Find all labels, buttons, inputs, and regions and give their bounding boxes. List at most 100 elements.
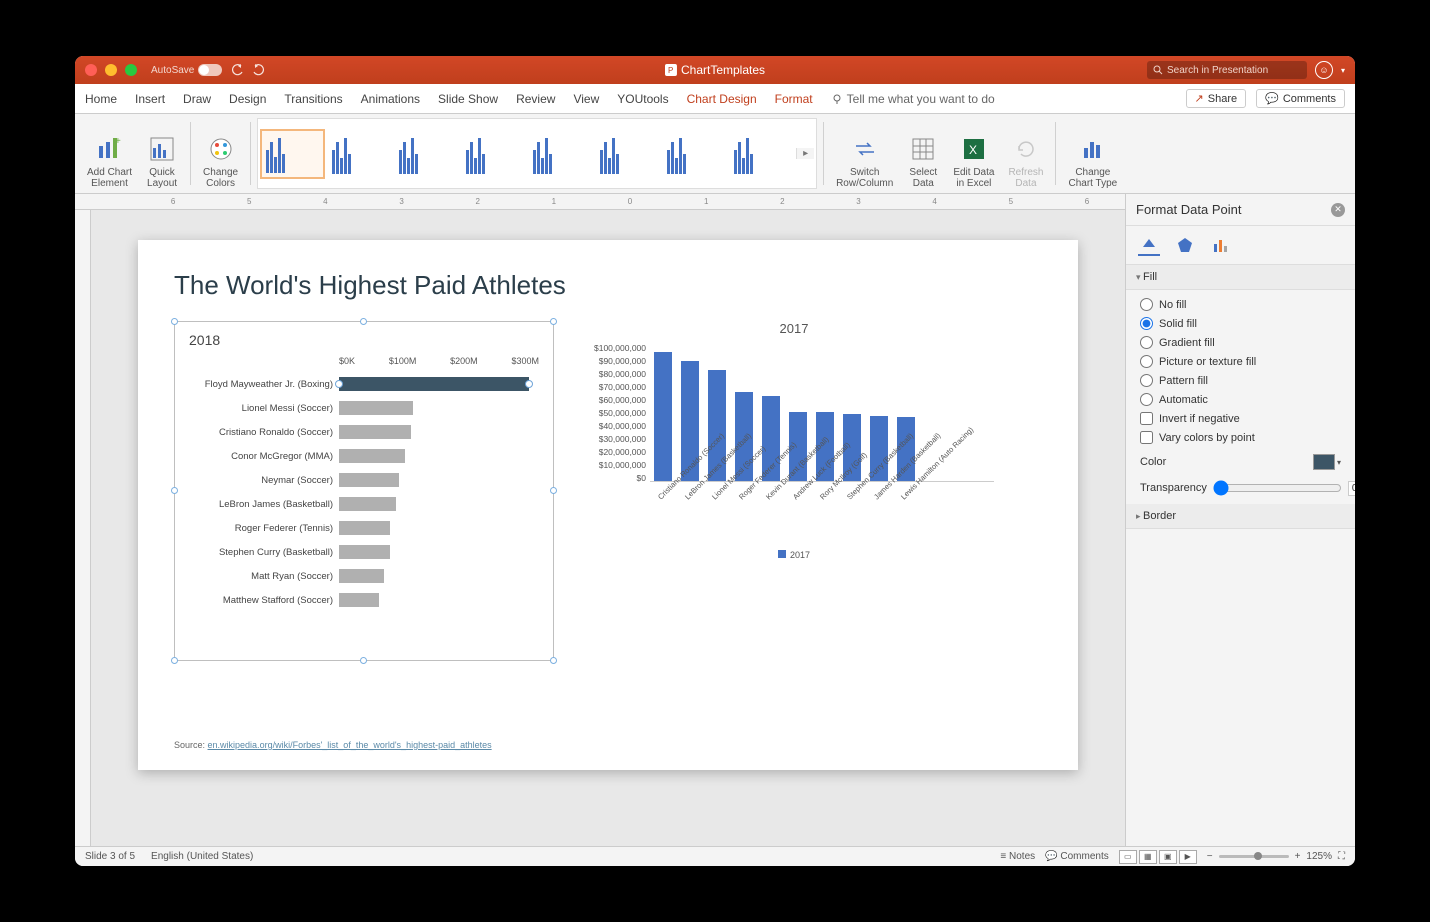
tab-design[interactable]: Design: [229, 86, 266, 112]
selection-handle[interactable]: [360, 657, 367, 664]
automatic-radio[interactable]: Automatic: [1140, 393, 1341, 406]
tab-transitions[interactable]: Transitions: [284, 86, 342, 112]
close-icon[interactable]: [85, 64, 97, 76]
vary-colors-checkbox[interactable]: Vary colors by point: [1140, 431, 1341, 444]
normal-view-icon[interactable]: ▭: [1119, 850, 1137, 864]
invert-negative-checkbox[interactable]: Invert if negative: [1140, 412, 1341, 425]
tab-view[interactable]: View: [573, 86, 599, 112]
style-thumb-4[interactable]: [461, 129, 526, 179]
gradient-fill-radio[interactable]: Gradient fill: [1140, 336, 1341, 349]
undo-icon[interactable]: [232, 64, 244, 76]
edit-data-excel-button[interactable]: X Edit Data in Excel: [947, 118, 1000, 189]
tell-me[interactable]: Tell me what you want to do: [831, 92, 995, 106]
change-chart-type-button[interactable]: Change Chart Type: [1062, 118, 1123, 189]
add-chart-element-button[interactable]: + Add Chart Element: [81, 118, 138, 189]
chart-bar[interactable]: Floyd Mayweather Jr. (Boxing): [189, 372, 539, 396]
zoom-in-button[interactable]: +: [1295, 851, 1301, 862]
style-thumb-1[interactable]: [260, 129, 325, 179]
slide-counter[interactable]: Slide 3 of 5: [85, 851, 135, 862]
zoom-slider[interactable]: [1219, 855, 1289, 858]
minimize-icon[interactable]: [105, 64, 117, 76]
selection-handle[interactable]: [360, 318, 367, 325]
chart-bar[interactable]: [654, 352, 672, 481]
selection-handle[interactable]: [171, 487, 178, 494]
zoom-out-button[interactable]: −: [1207, 851, 1213, 862]
chart-style-gallery[interactable]: ▸: [257, 118, 817, 189]
style-thumb-5[interactable]: [528, 129, 593, 179]
search-input[interactable]: Search in Presentation: [1147, 61, 1307, 79]
chart-bar[interactable]: Cristiano Ronaldo (Soccer): [189, 420, 539, 444]
switch-off-icon[interactable]: [198, 64, 222, 76]
selection-handle[interactable]: [550, 487, 557, 494]
maximize-icon[interactable]: [125, 64, 137, 76]
source-link[interactable]: en.wikipedia.org/wiki/Forbes'_list_of_th…: [208, 740, 492, 750]
tab-animations[interactable]: Animations: [361, 86, 420, 112]
color-picker-button[interactable]: [1313, 454, 1335, 470]
style-thumb-8[interactable]: [729, 129, 794, 179]
sorter-view-icon[interactable]: ▦: [1139, 850, 1157, 864]
fill-section-header[interactable]: Fill: [1126, 265, 1355, 290]
selection-handle[interactable]: [550, 318, 557, 325]
gallery-more-icon[interactable]: ▸: [796, 148, 814, 159]
svg-text:+: +: [115, 136, 121, 147]
slideshow-view-icon[interactable]: ▶: [1179, 850, 1197, 864]
transparency-value[interactable]: 0%: [1348, 481, 1355, 496]
feedback-icon[interactable]: ☺: [1315, 61, 1333, 79]
language-indicator[interactable]: English (United States): [151, 851, 253, 862]
share-button[interactable]: ↗Share: [1186, 89, 1247, 108]
ruler-vertical: [75, 210, 91, 846]
style-thumb-6[interactable]: [595, 129, 660, 179]
chevron-down-icon[interactable]: ▾: [1341, 66, 1345, 75]
reading-view-icon[interactable]: ▣: [1159, 850, 1177, 864]
ruler-horizontal: 6543210123456: [75, 194, 1125, 210]
comments-button[interactable]: 💬 Comments: [1045, 851, 1109, 862]
tab-review[interactable]: Review: [516, 86, 555, 112]
zoom-level[interactable]: 125%: [1306, 851, 1332, 862]
chevron-down-icon[interactable]: ▾: [1337, 458, 1341, 467]
comments-button[interactable]: 💬Comments: [1256, 89, 1345, 108]
chart-bar[interactable]: Neymar (Soccer): [189, 468, 539, 492]
solid-fill-radio[interactable]: Solid fill: [1140, 317, 1341, 330]
fill-line-tab-icon[interactable]: [1138, 234, 1160, 256]
tab-youtools[interactable]: YOUtools: [617, 86, 668, 112]
selection-handle[interactable]: [550, 657, 557, 664]
pattern-fill-radio[interactable]: Pattern fill: [1140, 374, 1341, 387]
refresh-data-button[interactable]: Refresh Data: [1002, 118, 1049, 189]
switch-row-column-button[interactable]: Switch Row/Column: [830, 118, 899, 189]
notes-button[interactable]: ≡ Notes: [1000, 851, 1035, 862]
chart-bar[interactable]: Roger Federer (Tennis): [189, 516, 539, 540]
style-thumb-2[interactable]: [327, 129, 392, 179]
redo-icon[interactable]: [252, 64, 264, 76]
tab-draw[interactable]: Draw: [183, 86, 211, 112]
style-thumb-3[interactable]: [394, 129, 459, 179]
change-colors-button[interactable]: Change Colors: [197, 118, 244, 189]
chart-bar[interactable]: Conor McGregor (MMA): [189, 444, 539, 468]
border-section-header[interactable]: Border: [1126, 504, 1355, 529]
style-thumb-7[interactable]: [662, 129, 727, 179]
chart-bar[interactable]: Stephen Curry (Basketball): [189, 540, 539, 564]
chart-bar[interactable]: Matt Ryan (Soccer): [189, 564, 539, 588]
select-data-button[interactable]: Select Data: [901, 118, 945, 189]
effects-tab-icon[interactable]: [1174, 234, 1196, 256]
chart-bar[interactable]: Matthew Stafford (Soccer): [189, 588, 539, 612]
close-pane-icon[interactable]: ✕: [1331, 203, 1345, 217]
autosave-toggle[interactable]: AutoSave: [151, 64, 222, 76]
chart-object-2017[interactable]: 2017 $100,000,000$90,000,000$80,000,000$…: [594, 321, 994, 661]
transparency-slider[interactable]: [1213, 480, 1342, 496]
tab-home[interactable]: Home: [85, 86, 117, 112]
chart-object-2018[interactable]: 2018 $0K $100M $200M $300M Floyd Mayweat…: [174, 321, 554, 661]
selection-handle[interactable]: [171, 318, 178, 325]
no-fill-radio[interactable]: No fill: [1140, 298, 1341, 311]
picture-fill-radio[interactable]: Picture or texture fill: [1140, 355, 1341, 368]
slide[interactable]: The World's Highest Paid Athletes: [138, 240, 1078, 770]
chart-bar[interactable]: Lionel Messi (Soccer): [189, 396, 539, 420]
tab-format[interactable]: Format: [775, 86, 813, 112]
fit-to-window-icon[interactable]: ⛶: [1338, 851, 1345, 862]
series-options-tab-icon[interactable]: [1210, 234, 1232, 256]
tab-chart-design[interactable]: Chart Design: [687, 86, 757, 112]
tab-slide-show[interactable]: Slide Show: [438, 86, 498, 112]
chart-bar[interactable]: LeBron James (Basketball): [189, 492, 539, 516]
selection-handle[interactable]: [171, 657, 178, 664]
quick-layout-button[interactable]: Quick Layout: [140, 118, 184, 189]
tab-insert[interactable]: Insert: [135, 86, 165, 112]
